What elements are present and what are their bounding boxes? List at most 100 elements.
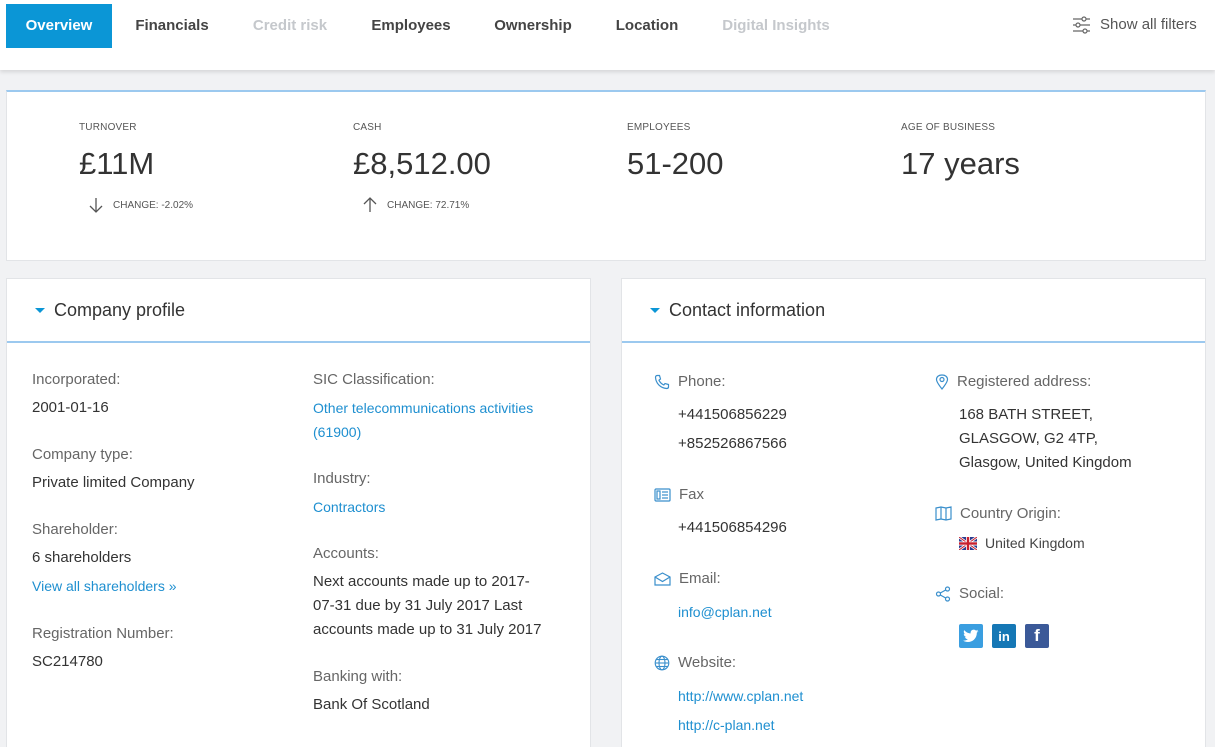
kpi-employees: EMPLOYEES 51-200 [627, 122, 724, 182]
kpi-cash-change-text: CHANGE: 72.71% [387, 199, 470, 211]
fax-heading: Fax [654, 486, 704, 503]
sic-link-line2: (61900) [313, 424, 362, 440]
phone-label: Phone: [678, 373, 726, 390]
address-line-3: Glasgow, United Kingdom [959, 454, 1132, 471]
contact-information-title: Contact information [669, 299, 826, 320]
facebook-icon[interactable]: f [1025, 624, 1049, 648]
registered-address-heading: Registered address: [935, 373, 1091, 390]
country-name: United Kingdom [985, 535, 1085, 551]
registration-field: Registration Number: SC214780 [32, 625, 174, 674]
kpi-turnover-change: CHANGE: -2.02% [89, 197, 193, 213]
kpi-employees-label: EMPLOYEES [627, 122, 691, 133]
industry-link[interactable]: Contractors [313, 495, 385, 519]
kpi-age: AGE OF BUSINESS 17 years [901, 122, 1020, 182]
tab-location[interactable]: Location [606, 4, 688, 48]
website-link-2[interactable]: http://c-plan.net [678, 717, 775, 733]
country-origin-value: United Kingdom [959, 535, 1085, 551]
kpi-cash-change: CHANGE: 72.71% [363, 197, 491, 213]
kpi-age-label: AGE OF BUSINESS [901, 122, 996, 133]
website-heading: Website: [654, 654, 736, 671]
email-heading: Email: [654, 570, 721, 587]
address-line-1: 168 BATH STREET, [959, 406, 1093, 423]
industry-field: Industry: Contractors [313, 470, 385, 519]
sic-link[interactable]: Other telecommunications activities (619… [313, 396, 533, 444]
kpi-employees-value: 51-200 [627, 146, 724, 181]
fax-number: +441506854296 [678, 519, 787, 536]
accounts-line2: 07-31 due by 31 July 2017 Last [313, 597, 523, 614]
tab-credit-risk[interactable]: Credit risk [244, 4, 336, 48]
country-origin-heading: Country Origin: [935, 505, 1061, 522]
kpi-turnover-change-text: CHANGE: -2.02% [113, 199, 194, 211]
linkedin-icon[interactable]: in [992, 624, 1016, 648]
registered-address-label: Registered address: [957, 373, 1092, 390]
sic-link-line1: Other telecommunications activities [313, 400, 534, 416]
view-all-shareholders-link[interactable]: View all shareholders » [32, 574, 177, 598]
tab-financials[interactable]: Financials [126, 4, 218, 48]
kpi-summary-panel: TURNOVER £11M CHANGE: -2.02% CASH £8,512… [6, 90, 1206, 261]
fax-icon [654, 488, 671, 502]
contact-information-header[interactable]: Contact information [622, 279, 1205, 343]
email-link[interactable]: info@cplan.net [678, 604, 772, 620]
country-origin-label: Country Origin: [960, 505, 1061, 522]
sic-field: SIC Classification: Other telecommunicat… [313, 371, 533, 444]
top-navigation: Overview Financials Credit risk Employee… [0, 0, 1215, 70]
phone-heading: Phone: [654, 373, 726, 390]
shareholder-count: 6 shareholders [32, 549, 132, 566]
phone-number-1: +441506856229 [678, 406, 787, 423]
show-all-filters-button[interactable]: Show all filters [1072, 4, 1197, 46]
registration-value: SC214780 [32, 653, 103, 670]
kpi-cash-label: CASH [353, 122, 382, 133]
banking-value: Bank Of Scotland [313, 696, 430, 713]
accounts-line3: accounts made up to 31 July 2017 [313, 621, 542, 638]
kpi-cash-value: £8,512.00 [353, 146, 491, 181]
shareholder-label: Shareholder: [32, 521, 118, 538]
accounts-label: Accounts: [313, 545, 379, 562]
kpi-turnover-value: £11M [79, 146, 155, 181]
registered-address-value: 168 BATH STREET, GLASGOW, G2 4TP, Glasgo… [959, 403, 1132, 475]
email-label: Email: [679, 570, 721, 587]
tab-digital-insights[interactable]: Digital Insights [712, 4, 840, 48]
social-label: Social: [959, 585, 1005, 602]
incorporated-label: Incorporated: [32, 371, 121, 388]
phone-number-2: +852526867566 [678, 435, 787, 452]
incorporated-value: 2001-01-16 [32, 399, 109, 416]
arrow-up-icon [363, 197, 377, 212]
kpi-cash: CASH £8,512.00 CHANGE: 72.71% [353, 122, 491, 213]
twitter-icon[interactable] [959, 624, 983, 648]
kpi-turnover: TURNOVER £11M CHANGE: -2.02% [79, 122, 193, 213]
shareholder-field: Shareholder: 6 shareholders View all sha… [32, 521, 177, 598]
registration-label: Registration Number: [32, 625, 174, 642]
tab-employees[interactable]: Employees [364, 4, 458, 48]
company-type-field: Company type: Private limited Company [32, 446, 195, 495]
kpi-turnover-label: TURNOVER [79, 122, 137, 133]
show-all-filters-label: Show all filters [1100, 16, 1197, 33]
accounts-value: Next accounts made up to 2017- 07-31 due… [313, 570, 542, 642]
sic-label: SIC Classification: [313, 371, 435, 388]
company-profile-card: Company profile Incorporated: 2001-01-16… [6, 278, 591, 747]
share-icon [935, 585, 951, 602]
phone-icon [654, 374, 670, 389]
tab-overview[interactable]: Overview [6, 4, 112, 48]
uk-flag-icon [959, 536, 977, 550]
address-line-2: GLASGOW, G2 4TP, [959, 430, 1098, 447]
kpi-age-value: 17 years [901, 146, 1020, 181]
tab-ownership[interactable]: Ownership [486, 4, 580, 48]
company-type-label: Company type: [32, 446, 133, 463]
incorporated-field: Incorporated: 2001-01-16 [32, 371, 120, 420]
company-type-value: Private limited Company [32, 474, 195, 491]
arrow-down-icon [89, 198, 103, 213]
map-pin-icon [935, 373, 949, 390]
banking-field: Banking with: Bank Of Scotland [313, 668, 430, 717]
accounts-field: Accounts: Next accounts made up to 2017-… [313, 545, 542, 642]
filter-sliders-icon [1073, 16, 1090, 34]
globe-icon [654, 655, 670, 670]
industry-label: Industry: [313, 470, 371, 487]
banking-label: Banking with: [313, 668, 403, 685]
company-profile-title: Company profile [54, 299, 186, 320]
website-link-1[interactable]: http://www.cplan.net [678, 688, 803, 704]
company-profile-header[interactable]: Company profile [7, 279, 590, 343]
caret-down-icon [35, 307, 45, 313]
folded-map-icon [935, 506, 952, 521]
social-heading: Social: [935, 585, 1004, 602]
website-label: Website: [678, 654, 737, 671]
